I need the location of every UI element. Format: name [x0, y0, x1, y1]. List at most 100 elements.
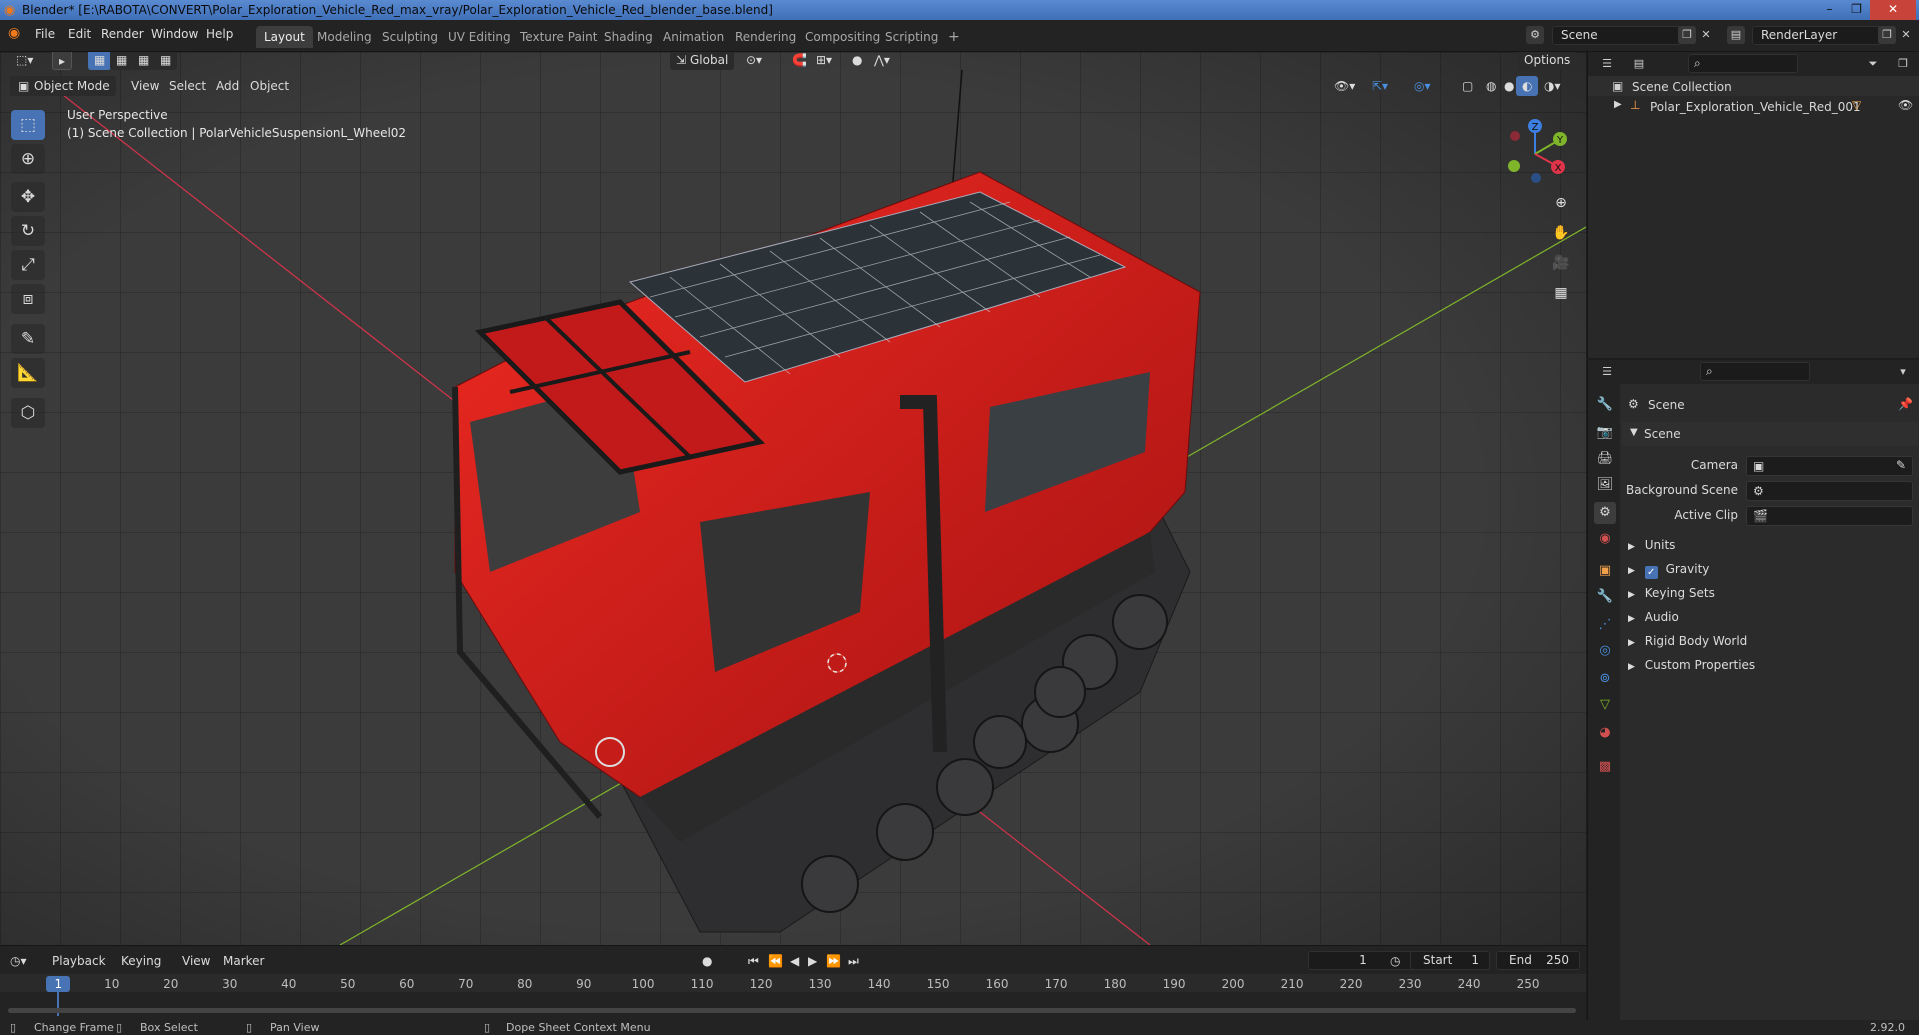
snap-toggle-icon[interactable]: 🧲	[786, 52, 813, 70]
physics-tab-icon[interactable]: ◎	[1594, 640, 1616, 662]
timeline-menu-view[interactable]: View	[182, 951, 210, 971]
preview-range-icon[interactable]: ◷	[1390, 951, 1400, 971]
delete-renderlayer-icon[interactable]: ✕	[1897, 26, 1915, 44]
outliner-row-scene-collection[interactable]: ▣ Scene Collection	[1588, 76, 1919, 96]
minimize-button[interactable]: –	[1816, 0, 1843, 20]
blender-menu-icon[interactable]: ◉	[8, 25, 20, 41]
play-icon[interactable]: ▶	[808, 951, 817, 971]
visibility-eye-icon[interactable]: 👁	[1898, 98, 1913, 112]
tab-shading[interactable]: Shading	[596, 26, 661, 48]
xray-toggle-icon[interactable]: ▢	[1456, 76, 1479, 96]
tab-animation[interactable]: Animation	[655, 26, 732, 48]
render-tab-icon[interactable]: 📷	[1594, 422, 1616, 444]
viewport-menu-object[interactable]: Object	[244, 76, 295, 96]
material-tab-icon[interactable]: ◕	[1594, 722, 1616, 744]
outliner-editor-type-icon[interactable]: ☰	[1598, 55, 1616, 73]
select-subtract-icon[interactable]: ▦	[132, 52, 156, 70]
display-mode-icon[interactable]: ▤	[1630, 55, 1648, 73]
delete-scene-icon[interactable]: ✕	[1697, 26, 1715, 44]
camera-field[interactable]: ▣ ✎	[1746, 456, 1913, 476]
properties-options-icon[interactable]: ▾	[1894, 363, 1912, 381]
outliner-row-object[interactable]: ▶ ⊥ Polar_Exploration_Vehicle_Red_001 ▽ …	[1588, 96, 1919, 116]
visibility-icon[interactable]: 👁▾	[1328, 76, 1361, 96]
navigation-gizmo[interactable]: Z Y X	[1495, 114, 1575, 194]
world-tab-icon[interactable]: ◉	[1594, 528, 1616, 550]
timeline-menu-keying[interactable]: Keying	[121, 951, 161, 971]
select-tool-icon[interactable]: ⬚	[11, 110, 45, 140]
measure-tool-icon[interactable]: 📐	[11, 358, 45, 388]
end-frame-field[interactable]: End 250	[1496, 951, 1580, 970]
editor-type-icon[interactable]: ⬚▾	[10, 52, 39, 70]
panel-rigid-body-world[interactable]: ▶ Rigid Body World	[1628, 634, 1747, 648]
timeline-editor-type-icon[interactable]: ◷▾	[10, 951, 27, 971]
data-tab-icon[interactable]: ▽	[1594, 694, 1616, 716]
rendered-shading-icon[interactable]: ◑▾	[1538, 76, 1567, 96]
panel-gravity[interactable]: ▶ ✓ Gravity	[1628, 562, 1709, 579]
scale-tool-icon[interactable]: ⤢	[11, 250, 45, 280]
play-reverse-icon[interactable]: ◀	[790, 951, 799, 971]
ortho-toggle-icon[interactable]: ▦	[1548, 280, 1574, 306]
new-renderlayer-icon[interactable]: ❐	[1878, 26, 1896, 44]
expand-arrow-icon[interactable]: ▶	[1614, 99, 1622, 110]
viewport-menu-add[interactable]: Add	[210, 76, 245, 96]
timeline-menu-playback[interactable]: Playback	[52, 951, 106, 971]
panel-units[interactable]: ▶ Units	[1628, 538, 1675, 552]
eyedropper-icon[interactable]: ✎	[1896, 458, 1906, 472]
annotate-tool-icon[interactable]: ✎	[11, 324, 45, 354]
timeline-scrollbar[interactable]	[8, 1008, 1576, 1013]
properties-search-input[interactable]	[1700, 362, 1810, 381]
tab-uv-editing[interactable]: UV Editing	[440, 26, 519, 48]
falloff-icon[interactable]: ⋀▾	[868, 52, 896, 70]
start-frame-field[interactable]: Start 1	[1410, 951, 1490, 970]
overlay-toggle-icon[interactable]: ◎▾	[1408, 76, 1437, 96]
output-tab-icon[interactable]: 🖨	[1594, 448, 1616, 470]
tab-modeling[interactable]: Modeling	[309, 26, 380, 48]
pin-icon[interactable]: 📌	[1898, 397, 1913, 411]
jump-end-icon[interactable]: ⏭	[848, 951, 859, 971]
menu-help[interactable]: Help	[206, 27, 233, 41]
tab-texture-paint[interactable]: Texture Paint	[512, 26, 605, 48]
active-clip-field[interactable]: 🎬	[1746, 506, 1913, 526]
rotate-tool-icon[interactable]: ↻	[11, 216, 45, 246]
select-intersect-icon[interactable]: ▦	[154, 52, 178, 70]
viewport-menu-view[interactable]: View	[125, 76, 165, 96]
tab-compositing[interactable]: Compositing	[797, 26, 888, 48]
constraints-tab-icon[interactable]: ⊚	[1594, 668, 1616, 690]
camera-view-icon[interactable]: 🎥	[1548, 250, 1574, 276]
scene-section-header[interactable]: ▼ Scene	[1622, 422, 1918, 446]
proportional-edit-icon[interactable]: ●	[846, 52, 868, 70]
material-shading-icon[interactable]: ◐	[1516, 76, 1539, 96]
pan-hand-icon[interactable]: ✋	[1548, 220, 1574, 246]
panel-keying-sets[interactable]: ▶ Keying Sets	[1628, 586, 1715, 600]
gravity-checkbox[interactable]: ✓	[1644, 566, 1658, 579]
view-layer-tab-icon[interactable]: 🖼	[1594, 474, 1616, 496]
select-box-mode-icon[interactable]: ▦	[88, 52, 112, 70]
new-scene-icon[interactable]: ❐	[1678, 26, 1696, 44]
tool-tab-icon[interactable]: 🔧	[1594, 394, 1616, 416]
snap-target-icon[interactable]: ⊞▾	[810, 52, 838, 70]
3d-viewport[interactable]: ⬚▾ ▸ ▦ ▦ ▦ ▦ Global ⇲ ⊙▾ 🧲 ⊞▾ ● ⋀▾ Optio…	[0, 52, 1586, 945]
select-mode-icon[interactable]: ▸	[52, 52, 73, 70]
record-button-icon[interactable]: ●	[702, 951, 712, 971]
options-dropdown[interactable]: Options	[1518, 52, 1577, 70]
outliner-search-input[interactable]	[1688, 54, 1798, 73]
renderlayer-field[interactable]: RenderLayer	[1752, 26, 1882, 45]
next-keyframe-icon[interactable]: ⏩	[826, 951, 841, 971]
tab-scripting[interactable]: Scripting	[877, 26, 946, 48]
scene-browse-icon[interactable]: ⚙	[1526, 26, 1544, 44]
filter-icon[interactable]: ⏷	[1864, 55, 1882, 73]
texture-tab-icon[interactable]: ▩	[1594, 756, 1616, 778]
scene-field[interactable]: Scene	[1552, 26, 1682, 45]
new-collection-icon[interactable]: ❐	[1894, 55, 1912, 73]
tab-layout[interactable]: Layout	[256, 26, 313, 48]
tab-sculpting[interactable]: Sculpting	[374, 26, 446, 48]
gizmo-toggle-icon[interactable]: ⇱▾	[1366, 76, 1394, 96]
current-frame-field[interactable]: 1	[1308, 951, 1418, 970]
modifier-tab-icon[interactable]: 🔧	[1594, 586, 1616, 608]
renderlayer-browse-icon[interactable]: ▤	[1727, 26, 1745, 44]
object-tab-icon[interactable]: ▣	[1594, 560, 1616, 582]
panel-custom-properties[interactable]: ▶ Custom Properties	[1628, 658, 1755, 672]
menu-render[interactable]: Render	[101, 27, 144, 41]
pivot-point-icon[interactable]: ⊙▾	[740, 52, 768, 70]
zoom-icon[interactable]: ⊕	[1548, 190, 1574, 216]
